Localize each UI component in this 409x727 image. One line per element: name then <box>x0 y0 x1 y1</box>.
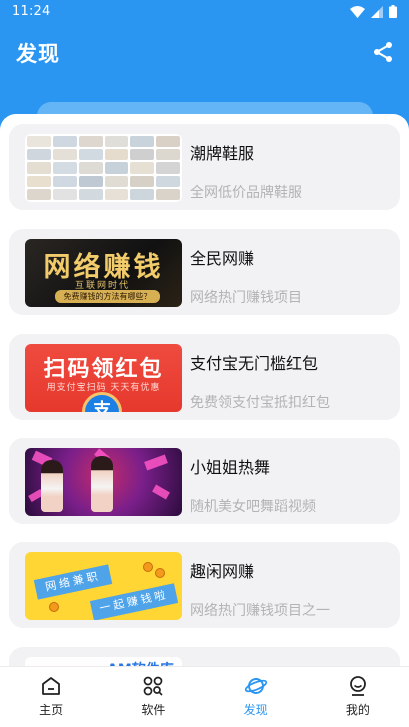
thumb-subheading: 用支付宝扫码 天天有优惠 <box>46 383 161 393</box>
planet-icon <box>244 678 267 694</box>
status-icons <box>350 5 397 18</box>
bottom-tab-bar: 主页 软件 发现 我的 <box>0 666 409 727</box>
signal-icon <box>371 5 383 18</box>
thumb-banner: 一起赚钱啦 <box>89 583 179 620</box>
share-icon[interactable] <box>371 40 395 64</box>
tab-mine[interactable]: 我的 <box>307 667 409 727</box>
card-title: 趣闲网赚 <box>190 562 255 581</box>
card-description: 随机美女吧舞蹈视频 <box>190 499 316 515</box>
tab-software[interactable]: 软件 <box>102 667 204 727</box>
thumb-banner: 免费赚钱的方法有哪些？ <box>55 290 160 303</box>
earning-thumbnail: 网络赚钱 互联网时代 免费赚钱的方法有哪些？ <box>25 239 182 307</box>
tab-label: 我的 <box>345 703 370 717</box>
card-alipay-redpacket[interactable]: 扫码领红包 用支付宝扫码 天天有优惠 支 支付宝无门槛红包 免费领支付宝抵扣红包 <box>9 334 400 420</box>
discover-list: 潮牌鞋服 全网低价品牌鞋服 网络赚钱 互联网时代 免费赚钱的方法有哪些？ 全民网… <box>0 114 409 674</box>
dancer-figure <box>41 460 63 512</box>
part-time-thumbnail: 网络兼职 一起赚钱啦 <box>25 552 182 620</box>
apps-icon <box>144 676 163 696</box>
status-time: 11:24 <box>12 4 51 19</box>
wifi-icon <box>350 5 365 18</box>
card-casual-earning[interactable]: 网络兼职 一起赚钱啦 趣闲网赚 网络热门赚钱项目之一 <box>9 542 400 628</box>
card-trendy-shoes[interactable]: 潮牌鞋服 全网低价品牌鞋服 <box>9 124 400 210</box>
dancer-figure <box>91 456 113 512</box>
stage-light <box>152 484 170 500</box>
battery-icon <box>389 5 397 18</box>
card-description: 全网低价品牌鞋服 <box>190 185 302 201</box>
card-online-earning[interactable]: 网络赚钱 互联网时代 免费赚钱的方法有哪些？ 全民网赚 网络热门赚钱项目 <box>9 229 400 315</box>
thumb-banner: 网络兼职 <box>33 564 113 600</box>
card-title: 潮牌鞋服 <box>190 144 255 163</box>
dance-thumbnail <box>25 448 182 516</box>
card-description: 免费领支付宝抵扣红包 <box>190 395 330 411</box>
card-title: 小姐姐热舞 <box>190 458 271 477</box>
redpacket-thumbnail: 扫码领红包 用支付宝扫码 天天有优惠 支 <box>25 344 182 412</box>
shoes-thumbnail <box>25 134 182 202</box>
alipay-logo-icon: 支 <box>82 392 122 412</box>
coin-icon <box>143 562 153 572</box>
tab-label: 主页 <box>39 703 64 717</box>
card-description: 网络热门赚钱项目之一 <box>190 603 330 619</box>
card-title: 全民网赚 <box>190 249 255 268</box>
coin-icon <box>49 602 59 612</box>
tab-discover[interactable]: 发现 <box>205 667 307 727</box>
tab-home[interactable]: 主页 <box>0 667 102 727</box>
card-dance-video[interactable]: 小姐姐热舞 随机美女吧舞蹈视频 <box>9 438 400 524</box>
tab-label: 发现 <box>243 703 268 717</box>
profile-icon <box>349 676 366 696</box>
card-description: 网络热门赚钱项目 <box>190 290 302 306</box>
coin-icon <box>155 568 165 578</box>
status-bar: 11:24 <box>0 0 409 24</box>
tab-label: 软件 <box>141 703 166 717</box>
thumb-heading: 扫码领红包 <box>43 357 164 382</box>
page-title: 发现 <box>16 42 60 66</box>
card-title: 支付宝无门槛红包 <box>190 354 319 373</box>
stage-light <box>144 454 168 471</box>
home-icon <box>42 677 61 695</box>
